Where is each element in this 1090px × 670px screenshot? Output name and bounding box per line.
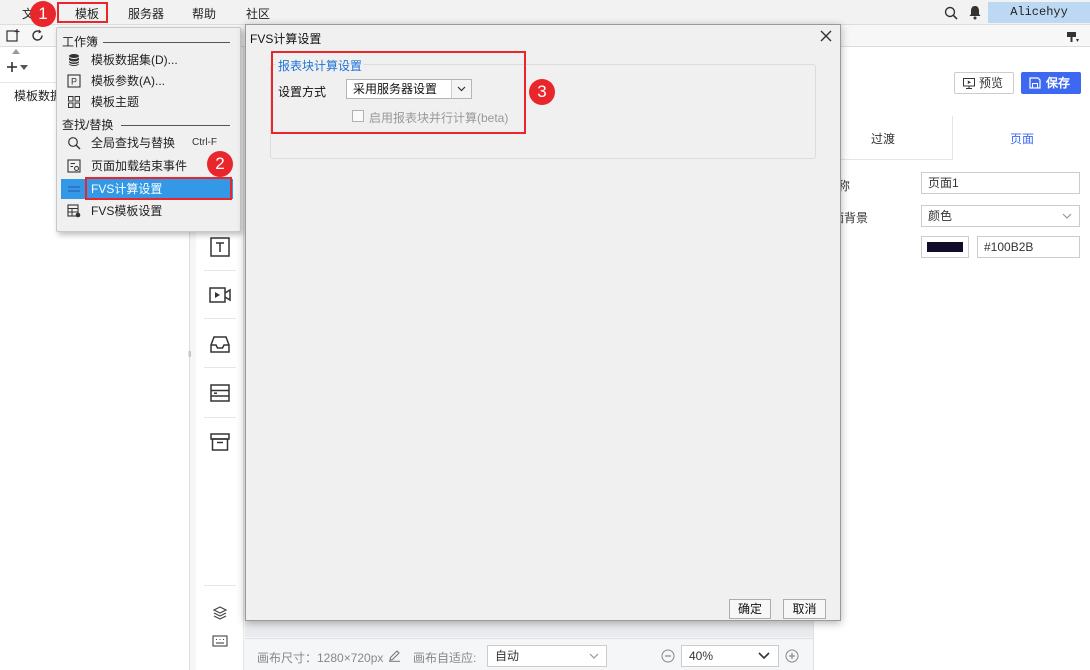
cancel-button[interactable]: 取消	[783, 599, 826, 619]
text-component-icon[interactable]	[208, 235, 232, 259]
menu-item-template-theme[interactable]: 模板主题	[61, 92, 233, 112]
icon-separator	[204, 585, 236, 586]
zoom-value: 40%	[689, 649, 714, 663]
menu-item-global-find-replace[interactable]: 全局查找与替换 Ctrl-F	[61, 133, 233, 153]
icon-separator	[204, 318, 236, 319]
save-label: 保存	[1046, 76, 1071, 90]
icon-separator	[204, 417, 236, 418]
menu-item-label: FVS模板设置	[91, 204, 163, 218]
template-settings-icon	[67, 204, 81, 218]
properties-tabs: 过渡 页面	[814, 116, 1090, 160]
event-icon	[67, 159, 81, 173]
color-swatch-fill	[927, 242, 963, 252]
chevron-down-icon	[589, 653, 599, 659]
database-icon	[68, 54, 80, 66]
splitter-handle[interactable]: ‖	[188, 350, 191, 359]
annotation-badge: 3	[529, 79, 555, 105]
menu-item-template-dataset[interactable]: 模板数据集(D)...	[61, 50, 233, 70]
icon-separator	[204, 270, 236, 271]
annotation-box-dialog-settings	[271, 51, 526, 134]
close-icon[interactable]	[818, 28, 834, 44]
menu-group-divider	[103, 42, 230, 43]
search-icon[interactable]	[944, 6, 958, 20]
menu-server[interactable]: 服务器	[128, 5, 164, 22]
background-type-select[interactable]: 颜色	[921, 205, 1080, 227]
menu-item-template-parameters[interactable]: P 模板参数(A)...	[61, 71, 233, 91]
layers-icon[interactable]	[212, 605, 228, 621]
menu-bar: 文 模板 服务器 帮助 社区 Alicehyy	[0, 0, 1090, 25]
video-component-icon[interactable]	[208, 283, 232, 307]
menu-item-shortcut: Ctrl-F	[192, 137, 217, 148]
chevron-down-icon[interactable]	[20, 65, 28, 70]
menu-group-divider	[121, 125, 230, 126]
brush-icon[interactable]	[1066, 30, 1080, 44]
edit-pencil-icon[interactable]	[388, 649, 401, 662]
svg-text:P: P	[71, 77, 77, 87]
canvas-bottom-bar: 画布尺寸：1280×720px 画布自适应: 自动 40%	[245, 638, 813, 670]
table-component-icon[interactable]	[208, 381, 232, 405]
canvas-adapt-select[interactable]: 自动	[487, 645, 607, 667]
icon-separator	[204, 367, 236, 368]
menu-item-label: 页面加载结束事件	[91, 159, 188, 173]
keyboard-icon[interactable]	[212, 635, 228, 647]
canvas-adapt-label: 画布自适应:	[413, 651, 477, 665]
tab-page[interactable]: 页面	[1010, 130, 1034, 147]
chevron-down-icon	[1062, 213, 1072, 219]
page-name-input[interactable]: 页面1	[921, 172, 1080, 194]
bell-icon[interactable]	[968, 5, 982, 20]
inbox-component-icon[interactable]	[208, 332, 232, 356]
chevron-up-icon[interactable]	[12, 49, 20, 54]
menu-group-find-replace: 查找/替换	[62, 118, 114, 132]
equals-icon	[68, 186, 80, 192]
add-icon[interactable]	[6, 61, 18, 73]
annotation-box-fvs-calc-item	[85, 177, 232, 200]
save-button[interactable]: 保存	[1021, 72, 1081, 94]
canvas-adapt-value: 自动	[495, 649, 520, 663]
archive-component-icon[interactable]	[208, 430, 232, 454]
ok-button[interactable]: 确定	[729, 599, 771, 619]
zoom-out-icon[interactable]	[661, 649, 675, 663]
menu-item-label: 全局查找与替换	[91, 136, 176, 150]
user-name[interactable]: Alicehyy	[988, 2, 1090, 23]
tab-transition[interactable]: 过渡	[871, 130, 895, 147]
menu-item-label: 模板参数(A)...	[91, 74, 165, 88]
parameter-icon: P	[67, 74, 81, 88]
save-icon	[1029, 77, 1041, 89]
menu-item-fvs-template-settings[interactable]: FVS模板设置	[61, 201, 233, 221]
template-menu-dropdown: 工作簿 模板数据集(D)... P 模板参数(A)... 模板主题 查找/替换	[56, 27, 241, 232]
background-color-hex-input[interactable]: #100B2B	[977, 236, 1080, 258]
dialog-title: FVS计算设置	[250, 32, 322, 46]
monitor-icon	[963, 78, 975, 89]
search-icon	[68, 137, 81, 150]
dataset-tree-label[interactable]: 模板数据	[14, 87, 62, 104]
menu-community[interactable]: 社区	[246, 5, 270, 22]
annotation-box-template-menu	[57, 2, 108, 23]
background-color-swatch[interactable]	[921, 236, 969, 258]
canvas-size-label: 画布尺寸：1280×720px	[257, 651, 384, 665]
annotation-badge: 2	[207, 151, 233, 177]
zoom-in-icon[interactable]	[785, 649, 799, 663]
new-template-icon[interactable]	[6, 28, 21, 43]
preview-button[interactable]: 预览	[954, 72, 1014, 94]
background-type-value: 颜色	[928, 209, 953, 223]
menu-help[interactable]: 帮助	[192, 5, 216, 22]
menu-item-label: 模板数据集(D)...	[91, 53, 178, 67]
annotation-badge: 1	[30, 1, 56, 27]
refresh-icon[interactable]	[30, 28, 45, 43]
chevron-down-icon	[758, 652, 770, 660]
menu-item-label: 模板主题	[91, 95, 140, 109]
preview-label: 预览	[979, 76, 1004, 90]
theme-grid-icon	[68, 96, 80, 108]
menu-group-workbook: 工作簿	[62, 35, 99, 49]
right-properties-panel: 预览 保存 过渡 页面 称 页面1 面背景 颜色 #100B2B	[813, 47, 1090, 670]
zoom-select[interactable]: 40%	[681, 645, 779, 667]
